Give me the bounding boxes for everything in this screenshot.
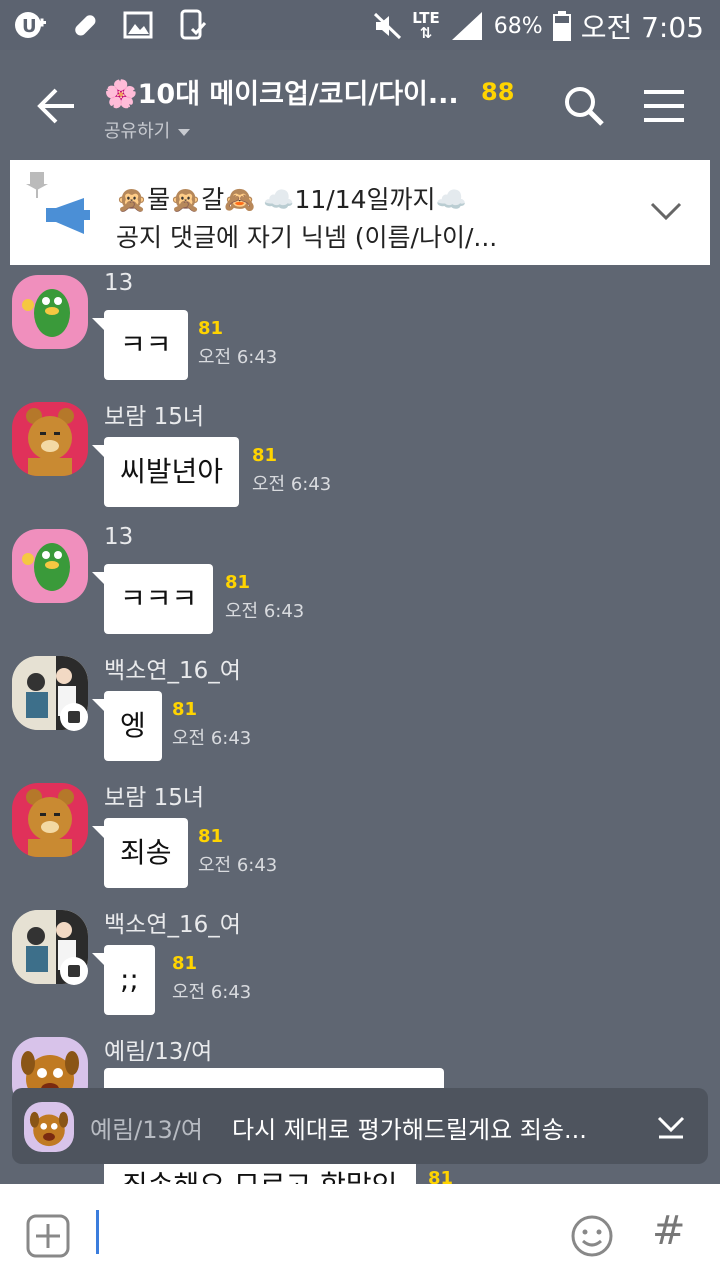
message-bubble[interactable]: 씨발년아 [91, 437, 240, 507]
unread-count: 81 [198, 318, 224, 339]
dragon-avatar-icon [22, 289, 70, 337]
text-cursor [96, 1210, 99, 1254]
chat-badge-icon [60, 703, 88, 731]
phone-check-icon [180, 9, 207, 40]
preview-sender: 예림/13/여 [90, 1116, 203, 1144]
uplus-icon: U [15, 12, 46, 38]
message-time: 오전 6:43 [252, 474, 332, 495]
lte-label: LTE ⇅ [412, 9, 440, 42]
menu-icon[interactable] [644, 88, 684, 124]
chat-list[interactable]: 13 ㅋㅋ 81 오전 6:43 보람 15녀 씨발년아 81 오전 6:43 … [0, 265, 720, 1185]
avatar[interactable] [12, 402, 88, 476]
pill-icon [75, 15, 96, 36]
battery-icon [552, 11, 571, 41]
mute-icon [374, 12, 402, 40]
sender-name: 보람 15녀 [104, 785, 205, 811]
unread-count: 81 [172, 699, 198, 720]
gallery-icon [123, 11, 153, 39]
svg-text:U: U [22, 16, 37, 37]
message-meta: 81 오전 6:43 [172, 699, 251, 750]
sender-name: 백소연_16_여 [104, 912, 241, 938]
message-time: 오전 6:43 [225, 601, 305, 622]
message-time: 오전 6:43 [198, 347, 278, 368]
message-meta: 81 오전 6:43 [252, 445, 331, 496]
message-meta: 81 오전 6:43 [225, 572, 304, 623]
chat-title-area[interactable]: 🌸10대 메이크업/코디/다이... 88 공유하기 [104, 72, 534, 143]
sender-name: 예림/13/여 [104, 1039, 213, 1065]
emoticon-icon[interactable] [570, 1214, 614, 1258]
plus-icon[interactable] [26, 1214, 70, 1258]
status-bar: U LTE ⇅ 68% 오전 7:05 [0, 0, 720, 50]
signal-icon [451, 12, 482, 40]
bear-avatar-icon [26, 789, 74, 857]
hashtag-search-button[interactable]: # [652, 1208, 686, 1254]
message-time: 오전 6:43 [172, 728, 252, 749]
unread-count: 81 [252, 445, 278, 466]
clock: 오전 7:05 [580, 11, 704, 44]
dragon-avatar-icon [22, 543, 70, 591]
megaphone-icon [46, 198, 90, 234]
message-time: 오전 6:43 [172, 982, 252, 1003]
battery-percent: 68% [493, 13, 543, 39]
scroll-down-icon[interactable] [656, 1114, 686, 1140]
chevron-down-icon[interactable] [650, 200, 682, 224]
message-bubble[interactable]: ㅋㅋ [92, 310, 188, 380]
sender-name: 백소연_16_여 [104, 658, 241, 684]
dog-avatar-icon [29, 1111, 69, 1147]
caret-down-icon [178, 128, 191, 136]
new-message-preview[interactable]: 예림/13/여 다시 제대로 평가해드릴게요 죄송... [12, 1088, 708, 1164]
unread-count: 81 [172, 953, 198, 974]
avatar[interactable] [12, 275, 88, 349]
notice-banner[interactable]: 🙊물🙊갈🙈 ☁️11/14일까지☁️ 공지 댓글에 자기 닉넴 (이름/나이/.… [10, 160, 710, 265]
share-label: 공유하기 [104, 121, 171, 142]
notice-line2: 공지 댓글에 자기 닉넴 (이름/나이/... [116, 223, 498, 252]
search-icon[interactable] [562, 84, 606, 128]
avatar[interactable] [12, 529, 88, 603]
pin-icon [26, 172, 48, 198]
sender-name: 13 [104, 270, 134, 296]
avatar[interactable] [12, 783, 88, 857]
bear-avatar-icon [26, 408, 74, 476]
unread-count: 81 [198, 826, 224, 847]
input-bar: # [0, 1184, 720, 1280]
back-arrow-icon[interactable] [36, 86, 76, 126]
share-dropdown[interactable]: 공유하기 [104, 117, 534, 143]
message-meta: 81 오전 6:43 [172, 953, 251, 1004]
chat-title: 🌸10대 메이크업/코디/다이... [104, 79, 459, 110]
chat-header: 🌸10대 메이크업/코디/다이... 88 공유하기 [0, 50, 720, 160]
avatar [24, 1102, 74, 1152]
message-meta: 81 오전 6:43 [198, 826, 277, 877]
sender-name: 13 [104, 524, 134, 550]
message-time: 오전 6:43 [198, 855, 278, 876]
message-meta: 81 오전 6:43 [198, 318, 277, 369]
chat-badge-icon [60, 957, 88, 985]
message-bubble[interactable]: 엥 [92, 691, 162, 761]
unread-count: 81 [225, 572, 251, 593]
preview-text: 다시 제대로 평가해드릴게요 죄송... [232, 1116, 587, 1144]
member-count: 88 [481, 77, 515, 106]
notice-line1: 🙊물🙊갈🙈 ☁️11/14일까지☁️ [116, 185, 467, 214]
message-bubble[interactable]: ;; [92, 945, 155, 1015]
message-input[interactable] [90, 1208, 554, 1260]
sender-name: 보람 15녀 [104, 404, 205, 430]
message-bubble[interactable]: ㅋㅋㅋ [91, 564, 214, 634]
message-bubble[interactable]: 죄송 [92, 818, 188, 888]
